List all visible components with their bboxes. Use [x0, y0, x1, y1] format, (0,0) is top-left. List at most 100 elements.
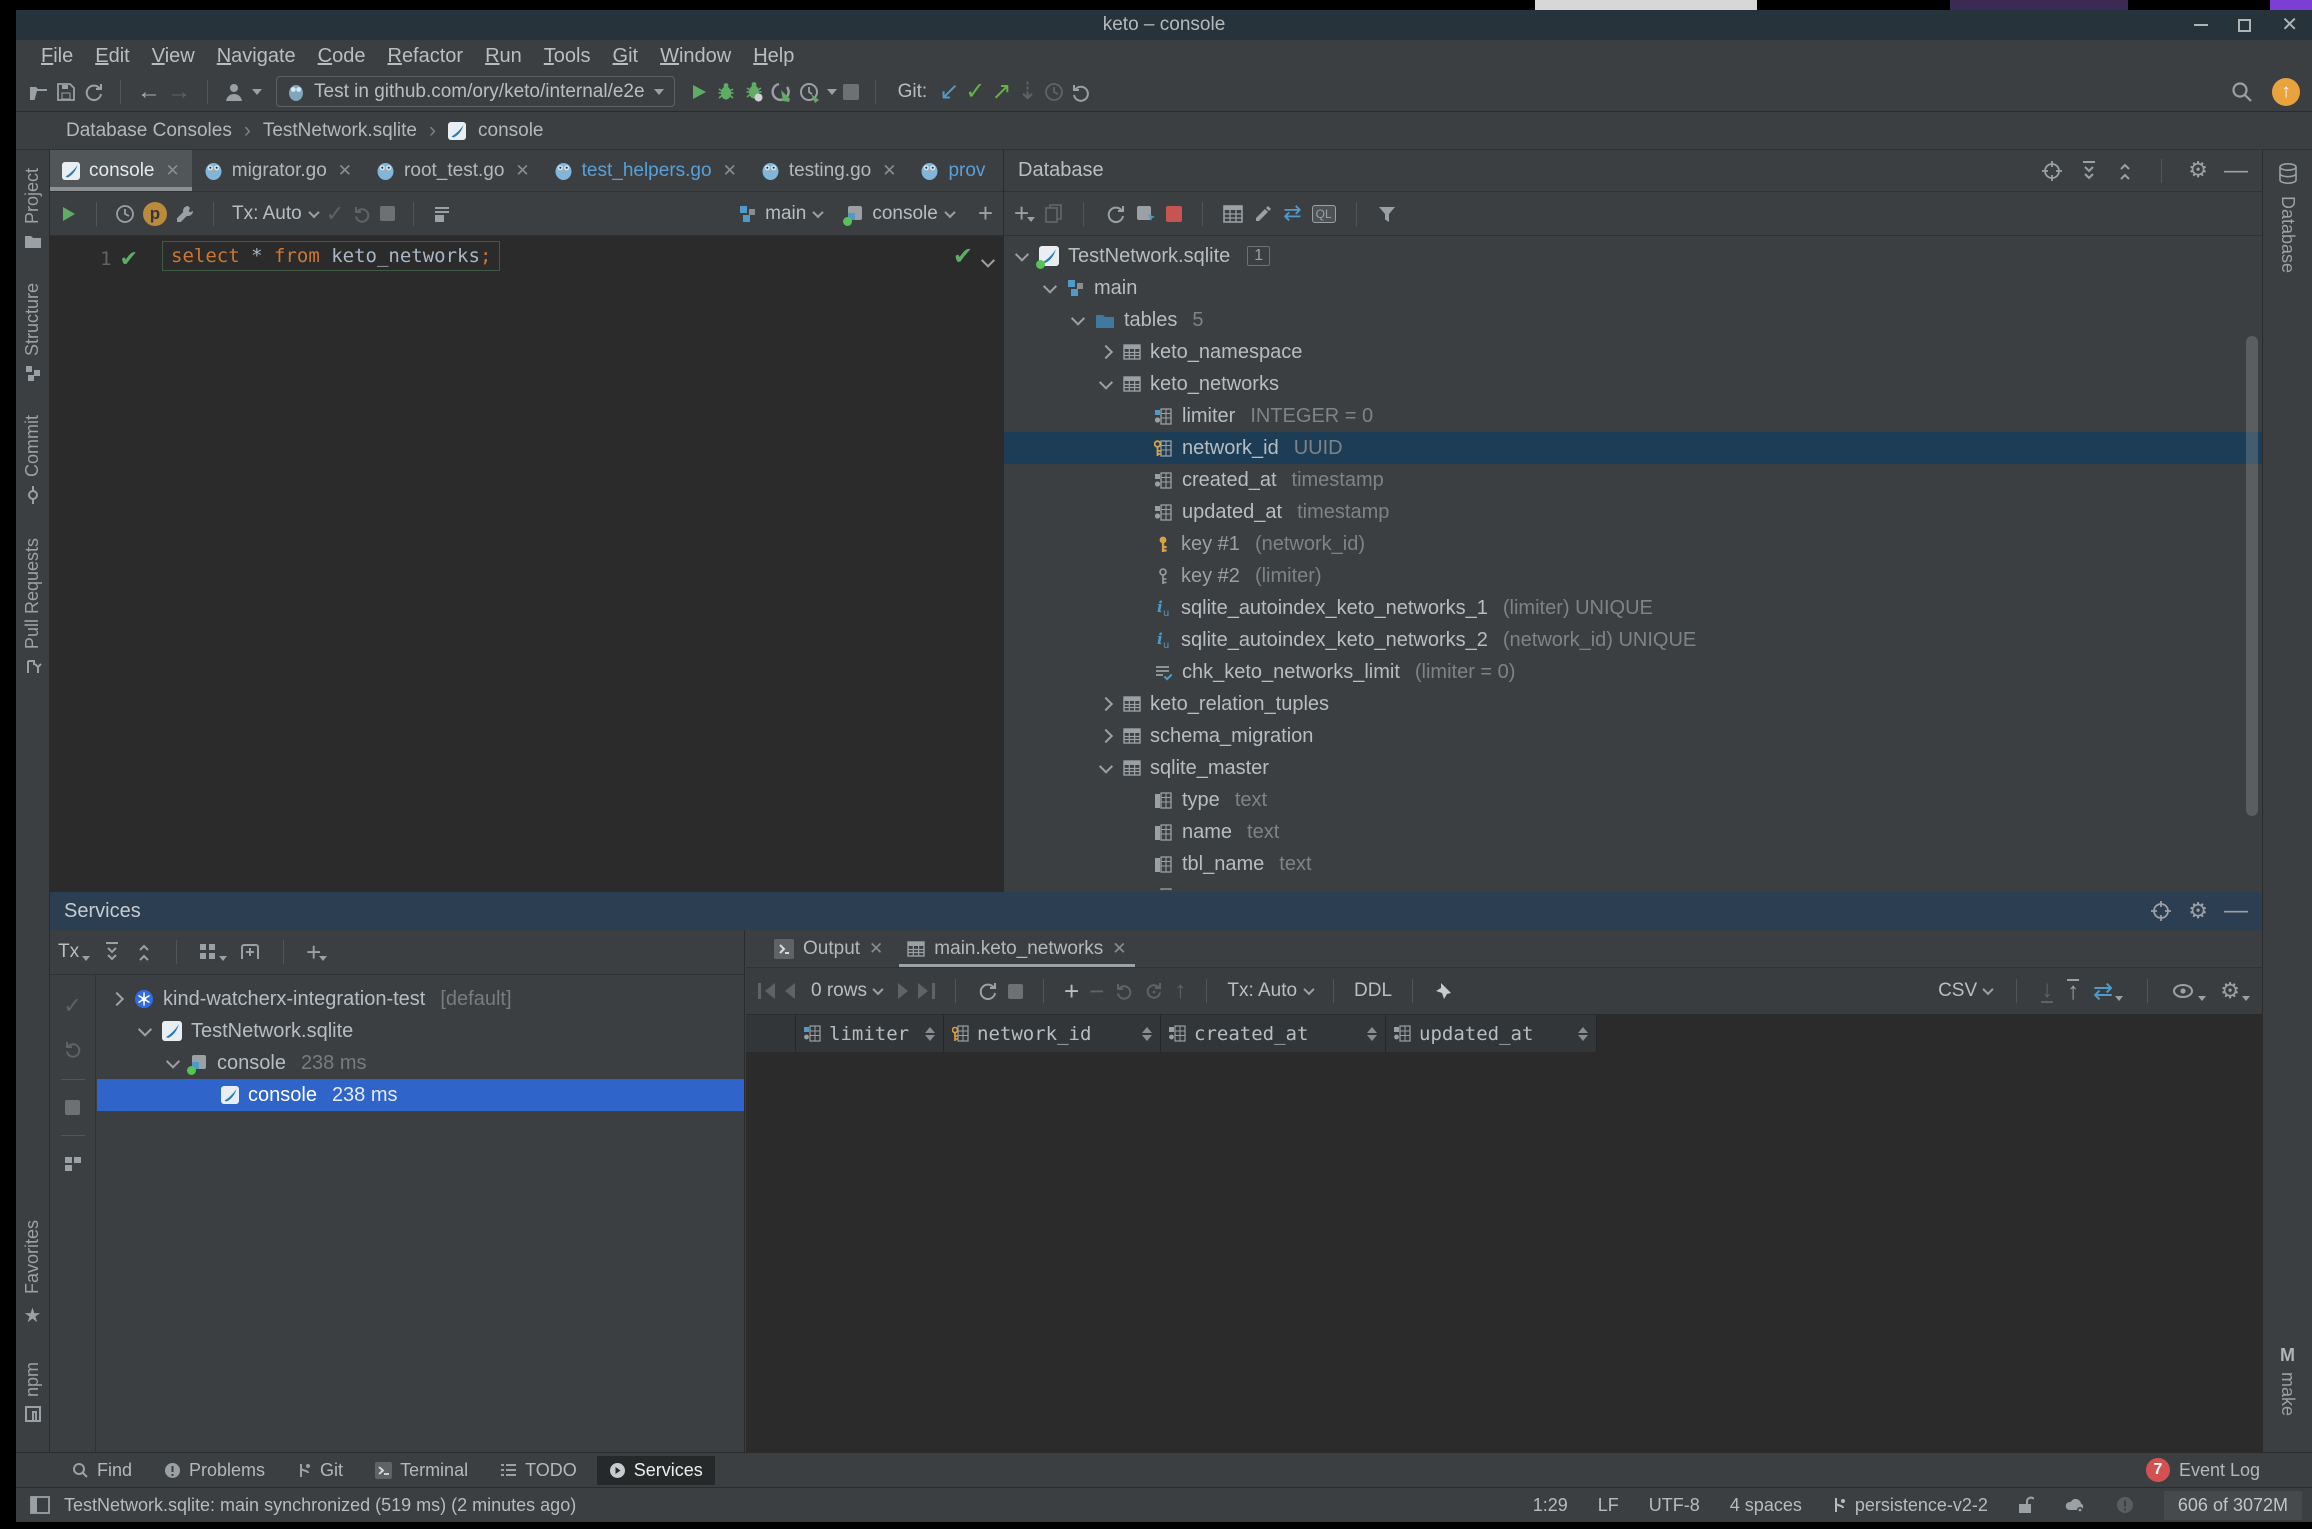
- db-tree-row-key[interactable]: key #1 (network_id): [1004, 528, 2262, 560]
- close-icon[interactable]: ✕: [723, 161, 737, 181]
- tab-test-helpers-go[interactable]: test_helpers.go ✕: [542, 150, 749, 191]
- db-tree-row-tables[interactable]: tables 5: [1004, 304, 2262, 336]
- rows-count-dropdown[interactable]: 0 rows: [811, 980, 884, 1002]
- expand-all-icon[interactable]: [102, 941, 122, 963]
- toolwindow-git[interactable]: Git: [285, 1456, 355, 1485]
- db-tree-row-table[interactable]: schema_migration: [1004, 720, 2262, 752]
- db-tree-row-table[interactable]: keto_networks: [1004, 368, 2262, 400]
- sidebar-item-database[interactable]: Database: [2263, 162, 2312, 273]
- db-tree-row-datasource[interactable]: TestNetwork.sqlite 1: [1004, 240, 2262, 272]
- edit-icon[interactable]: [1253, 204, 1273, 224]
- menu-refactor[interactable]: Refactor: [376, 45, 474, 68]
- menu-code[interactable]: Code: [307, 45, 377, 68]
- add-console-icon[interactable]: +: [978, 198, 993, 229]
- db-tree-row-column-selected[interactable]: network_id UUID: [1004, 432, 2262, 464]
- toolwindow-services[interactable]: Services: [596, 1455, 715, 1485]
- run-icon[interactable]: [689, 82, 709, 102]
- line-separator[interactable]: LF: [1598, 1495, 1619, 1516]
- tab-migrator-go[interactable]: migrator.go ✕: [192, 150, 364, 191]
- hide-panel-icon[interactable]: —: [2224, 897, 2248, 925]
- db-tree-row-index[interactable]: iu sqlite_autoindex_keto_networks_2 (net…: [1004, 624, 2262, 656]
- db-tree-row-key[interactable]: key #2 (limiter): [1004, 560, 2262, 592]
- collapse-all-icon[interactable]: [134, 941, 154, 963]
- sort-icon[interactable]: [925, 1026, 935, 1041]
- collapse-all-icon[interactable]: [2115, 160, 2135, 182]
- service-row-console-selected[interactable]: console 238 ms: [97, 1079, 744, 1111]
- close-icon[interactable]: ✕: [515, 161, 529, 181]
- services-panel-header[interactable]: Services ⚙ —: [50, 892, 2262, 930]
- run-with-coverage-icon[interactable]: [743, 81, 765, 103]
- scrollbar[interactable]: [2246, 336, 2258, 816]
- git-commit-icon[interactable]: ✓: [965, 77, 985, 106]
- column-header-updated-at[interactable]: updated_at: [1386, 1015, 1597, 1052]
- run-options-dropdown-icon[interactable]: [826, 88, 837, 95]
- db-tree-row-column[interactable]: created_at timestamp: [1004, 464, 2262, 496]
- save-icon[interactable]: [56, 82, 76, 102]
- output-settings-icon[interactable]: [432, 204, 452, 224]
- sort-icon[interactable]: [1578, 1026, 1588, 1041]
- db-tree-row-table[interactable]: keto_relation_tuples: [1004, 688, 2262, 720]
- toolwindow-todo[interactable]: TODO: [488, 1456, 589, 1485]
- explain-plan-icon[interactable]: p: [143, 201, 167, 226]
- add-row-icon[interactable]: +: [1064, 976, 1079, 1007]
- tx-mode-select[interactable]: Tx: Auto: [232, 203, 320, 225]
- db-tree-row-index[interactable]: iu sqlite_autoindex_keto_networks_1 (lim…: [1004, 592, 2262, 624]
- db-tree-row-column[interactable]: limiter INTEGER = 0: [1004, 400, 2262, 432]
- table-data-icon[interactable]: [1223, 204, 1243, 224]
- tab-prov[interactable]: prov: [908, 150, 997, 191]
- close-icon[interactable]: ✕: [166, 161, 180, 181]
- compare-icon[interactable]: ⇄: [1283, 201, 1301, 226]
- git-update-icon[interactable]: ↙: [939, 77, 959, 106]
- file-encoding[interactable]: UTF-8: [1649, 1495, 1700, 1516]
- session-select[interactable]: console: [843, 203, 956, 226]
- menu-view[interactable]: View: [141, 45, 206, 68]
- sidebar-item-pull-requests[interactable]: Pull Requests: [22, 538, 43, 676]
- add-datasource-icon[interactable]: +: [1014, 198, 1036, 229]
- export-icon[interactable]: ↑: [2067, 979, 2080, 1004]
- execute-icon[interactable]: [60, 205, 78, 223]
- tx-mode-select[interactable]: Tx: Auto: [1227, 980, 1315, 1002]
- title-bar[interactable]: keto – console ✕: [16, 10, 2312, 40]
- close-icon[interactable]: ✕: [869, 939, 883, 959]
- memory-indicator[interactable]: 606 of 3072M: [2163, 1490, 2302, 1520]
- menu-file[interactable]: File: [30, 45, 84, 68]
- run-with-profiler-icon[interactable]: [799, 81, 821, 103]
- tx-dropdown[interactable]: Tx: [58, 941, 91, 963]
- grid-body-empty[interactable]: [746, 1052, 2262, 1452]
- column-header-created-at[interactable]: created_at: [1161, 1015, 1386, 1052]
- toolwindow-find[interactable]: Find: [60, 1456, 144, 1485]
- column-header-network-id[interactable]: network_id: [944, 1015, 1161, 1052]
- breadcrumb-item[interactable]: Database Consoles: [66, 120, 232, 142]
- history-icon[interactable]: [115, 204, 135, 224]
- group-by-icon[interactable]: [199, 943, 228, 961]
- git-branch-widget[interactable]: persistence-v2-2: [1832, 1495, 1988, 1516]
- service-row-datasource[interactable]: TestNetwork.sqlite: [97, 1015, 744, 1047]
- breadcrumb-item[interactable]: console: [478, 120, 544, 142]
- close-icon[interactable]: ✕: [882, 161, 896, 181]
- wrench-icon[interactable]: [175, 204, 195, 224]
- back-icon[interactable]: ←: [137, 78, 161, 106]
- user-icon[interactable]: [224, 81, 246, 103]
- pin-icon[interactable]: [1433, 981, 1453, 1001]
- git-push-icon[interactable]: ↗: [991, 77, 1011, 106]
- user-dropdown-icon[interactable]: [252, 88, 262, 95]
- unlock-icon[interactable]: [2018, 1496, 2034, 1514]
- gear-icon[interactable]: ⚙: [2188, 899, 2208, 924]
- tab-main-keto-networks[interactable]: main.keto_networks ✕: [895, 930, 1138, 967]
- service-row-console-session[interactable]: console 238 ms: [97, 1047, 744, 1079]
- run-configuration-select[interactable]: Test in github.com/ory/keto/internal/e2e: [276, 76, 675, 107]
- sidebar-item-make[interactable]: M make: [2263, 1345, 2312, 1416]
- stop-red-icon[interactable]: [1166, 205, 1183, 222]
- minimize-icon[interactable]: [2194, 24, 2209, 26]
- export-format-select[interactable]: CSV: [1938, 980, 1994, 1002]
- close-icon[interactable]: ✕: [338, 161, 352, 181]
- filter-icon[interactable]: [1377, 204, 1397, 224]
- db-tree-row-column[interactable]: updated_at timestamp: [1004, 496, 2262, 528]
- event-log-widget[interactable]: 7 Event Log: [2145, 1458, 2260, 1482]
- sidebar-item-npm[interactable]: npm: [22, 1362, 43, 1422]
- column-header-limiter[interactable]: limiter: [796, 1015, 944, 1052]
- add-icon[interactable]: +: [306, 937, 328, 968]
- db-tree-row-column[interactable]: type text: [1004, 784, 2262, 816]
- debug-icon[interactable]: [715, 81, 737, 103]
- maximize-icon[interactable]: [2238, 18, 2252, 32]
